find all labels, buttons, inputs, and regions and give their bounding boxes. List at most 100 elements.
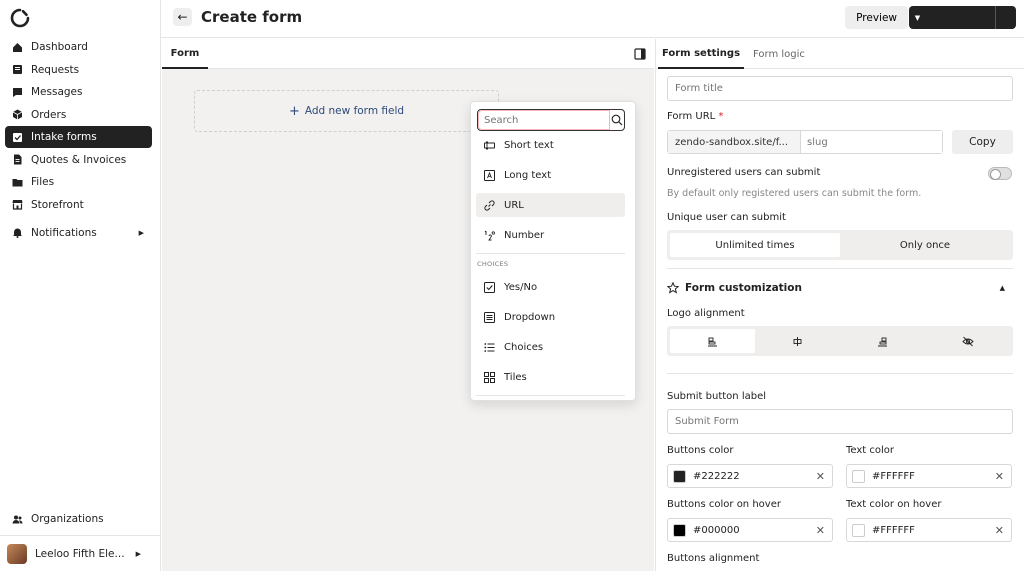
clear-icon[interactable]: ✕ bbox=[995, 524, 1004, 537]
field-search-input[interactable] bbox=[478, 110, 610, 130]
back-button[interactable]: ← bbox=[173, 8, 192, 26]
field-type-long-text[interactable]: Long text bbox=[476, 163, 625, 187]
align-center-icon bbox=[792, 336, 803, 347]
tab-form[interactable]: Form bbox=[162, 39, 208, 69]
choices-section-label: CHOICES bbox=[477, 260, 509, 268]
sidebar-item-storefront[interactable]: Storefront bbox=[5, 194, 152, 216]
settings-tabs: Form settings Form logic bbox=[656, 39, 1024, 69]
form-url-label: Form URL * bbox=[667, 111, 723, 122]
sidebar-item-organizations[interactable]: Organizations bbox=[5, 508, 152, 530]
preview-button[interactable]: Preview bbox=[845, 6, 908, 29]
list-icon bbox=[484, 342, 495, 353]
logo-alignment-segmented bbox=[667, 326, 1013, 356]
field-type-label: Number bbox=[504, 229, 545, 241]
sidebar-item-label: Storefront bbox=[31, 198, 84, 211]
form-customization-header[interactable]: Form customization ▲ bbox=[667, 282, 1013, 294]
buttons-hover-color-value: #000000 bbox=[693, 524, 740, 536]
caret-right-icon: ▶ bbox=[135, 549, 141, 558]
clear-icon[interactable]: ✕ bbox=[816, 524, 825, 537]
search-icon[interactable] bbox=[610, 110, 624, 130]
option-unlimited-times[interactable]: Unlimited times bbox=[670, 233, 840, 257]
add-form-field-button[interactable]: + Add new form field bbox=[194, 90, 499, 132]
clear-icon[interactable]: ✕ bbox=[995, 470, 1004, 483]
document-icon bbox=[12, 154, 23, 165]
field-type-url[interactable]: URL bbox=[476, 193, 625, 217]
color-swatch[interactable] bbox=[673, 469, 686, 483]
store-icon bbox=[12, 199, 23, 210]
text-hover-color-value: #FFFFFF bbox=[872, 524, 915, 536]
unique-user-label: Unique user can submit bbox=[667, 212, 786, 223]
text-color-value: #FFFFFF bbox=[872, 470, 915, 482]
text-hover-color-field[interactable]: #FFFFFF ✕ bbox=[846, 518, 1012, 542]
sidebar-item-dashboard[interactable]: Dashboard bbox=[5, 36, 152, 58]
bell-icon bbox=[12, 227, 23, 238]
color-swatch[interactable] bbox=[673, 523, 686, 537]
sidebar-nav: Dashboard Requests Messages Orders Intak… bbox=[5, 36, 152, 244]
sidebar-item-quotes-invoices[interactable]: Quotes & Invoices bbox=[5, 149, 152, 171]
sidebar-item-orders[interactable]: Orders bbox=[5, 104, 152, 126]
save-publish-button[interactable]: Save & publish ▼ bbox=[909, 6, 1016, 29]
users-icon bbox=[12, 514, 23, 525]
sidebar-item-label: Quotes & Invoices bbox=[31, 153, 127, 166]
star-icon bbox=[667, 282, 679, 294]
save-publish-label: Save & publish bbox=[920, 6, 996, 29]
unregistered-users-help: By default only registered users can sub… bbox=[667, 188, 922, 199]
sidebar-item-label: Requests bbox=[31, 63, 80, 76]
home-icon bbox=[12, 42, 23, 53]
sidebar-item-notifications[interactable]: Notifications ▶ bbox=[5, 222, 152, 244]
field-type-tiles[interactable]: Tiles bbox=[476, 365, 625, 389]
canvas-tabs: Form bbox=[162, 39, 654, 69]
logo-align-center-button[interactable] bbox=[755, 329, 840, 353]
settings-panel: Form settings Form logic Form URL * zend… bbox=[655, 39, 1024, 571]
copy-url-button[interactable]: Copy bbox=[952, 130, 1013, 154]
form-title-input[interactable] bbox=[667, 76, 1013, 101]
tab-form-settings[interactable]: Form settings bbox=[658, 39, 744, 69]
divider bbox=[667, 373, 1013, 374]
slug-input[interactable] bbox=[801, 131, 942, 153]
panel-toggle-icon[interactable] bbox=[634, 48, 646, 60]
buttons-color-label: Buttons color bbox=[667, 445, 734, 456]
divider bbox=[476, 395, 625, 396]
chevron-up-icon[interactable]: ▲ bbox=[1000, 284, 1005, 292]
app-logo-icon[interactable] bbox=[10, 8, 30, 28]
sidebar-item-messages[interactable]: Messages bbox=[5, 81, 152, 103]
option-only-once[interactable]: Only once bbox=[840, 233, 1010, 257]
field-type-number[interactable]: Number bbox=[476, 223, 625, 247]
logo-align-right-button[interactable] bbox=[840, 329, 925, 353]
user-name: Leeloo Fifth Ele... bbox=[35, 547, 125, 560]
checkbox-icon bbox=[484, 281, 495, 293]
sidebar-item-label: Dashboard bbox=[31, 41, 88, 53]
sidebar-item-files[interactable]: Files bbox=[5, 171, 152, 193]
sidebar-item-label: Intake forms bbox=[31, 131, 97, 143]
buttons-color-field[interactable]: #222222 ✕ bbox=[667, 464, 833, 488]
grid-icon bbox=[484, 371, 495, 383]
logo-alignment-label: Logo alignment bbox=[667, 308, 745, 319]
submit-button-label-input[interactable] bbox=[667, 409, 1013, 434]
sidebar-item-requests[interactable]: Requests bbox=[5, 59, 152, 81]
sidebar: Dashboard Requests Messages Orders Intak… bbox=[0, 0, 161, 571]
number-icon bbox=[484, 230, 495, 241]
logo-hidden-button[interactable] bbox=[925, 329, 1010, 353]
field-type-yes-no[interactable]: Yes/No bbox=[476, 275, 625, 299]
align-left-icon bbox=[707, 336, 718, 347]
dropdown-list-icon bbox=[484, 311, 495, 323]
user-menu[interactable]: Leeloo Fifth Ele... ▶ bbox=[0, 535, 161, 571]
form-url-field: zendo-sandbox.site/f... bbox=[667, 130, 943, 154]
sidebar-item-intake-forms[interactable]: Intake forms bbox=[5, 126, 152, 148]
buttons-hover-color-field[interactable]: #000000 ✕ bbox=[667, 518, 833, 542]
field-type-short-text[interactable]: Short text bbox=[476, 133, 625, 157]
divider bbox=[667, 268, 1013, 269]
text-color-field[interactable]: #FFFFFF ✕ bbox=[846, 464, 1012, 488]
unregistered-users-toggle[interactable] bbox=[988, 167, 1012, 180]
caret-right-icon: ▶ bbox=[138, 228, 144, 237]
logo-align-left-button[interactable] bbox=[670, 329, 755, 353]
tab-form-logic[interactable]: Form logic bbox=[753, 39, 805, 69]
color-swatch[interactable] bbox=[852, 523, 865, 537]
field-type-label: Choices bbox=[504, 341, 544, 353]
align-right-icon bbox=[877, 336, 888, 347]
field-type-label: Short text bbox=[504, 139, 554, 151]
field-type-dropdown[interactable]: Dropdown bbox=[476, 305, 625, 329]
color-swatch[interactable] bbox=[852, 469, 865, 483]
field-type-choices[interactable]: Choices bbox=[476, 335, 625, 359]
clear-icon[interactable]: ✕ bbox=[816, 470, 825, 483]
